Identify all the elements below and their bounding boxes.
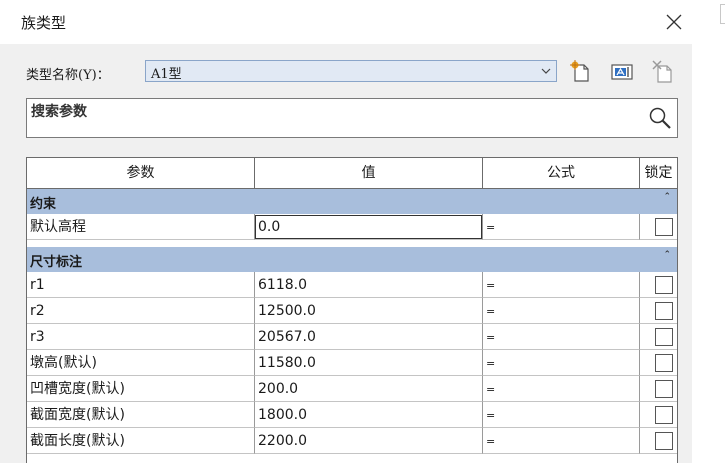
param-formula[interactable]: = [483,402,640,428]
collapse-icon[interactable]: ⌃ [663,192,671,202]
param-lock-cell [640,298,677,324]
lock-checkbox[interactable] [655,432,673,450]
group-label: 尺寸标注 [30,255,83,270]
param-lock-cell [640,350,677,376]
param-lock-cell [640,324,677,350]
new-type-button[interactable] [567,59,593,85]
param-formula[interactable]: = [483,428,640,454]
param-formula[interactable]: = [483,272,640,298]
new-type-icon [570,60,589,82]
search-parameters-input[interactable]: 搜索参数 [26,98,678,138]
param-name: 凹槽宽度(默认) [27,376,255,402]
param-value[interactable]: 11580.0 [255,350,483,376]
param-value-input[interactable]: 0.0 [255,215,482,239]
param-name: 截面长度(默认) [27,428,255,454]
table-row: 截面长度(默认) 2200.0 = [27,428,677,454]
lock-checkbox[interactable] [655,354,673,372]
table-row: r2 12500.0 = [27,298,677,324]
header-lock[interactable]: 锁定 [640,158,677,189]
table-row: 凹槽宽度(默认) 200.0 = [27,376,677,402]
family-types-dialog: 族类型 类型名称(Y)： A1型 搜索参数 参数 值 公式 锁定 约束 ⌃ 默认… [0,0,692,463]
table-row: 默认高程 0.0 = [27,214,677,240]
dialog-title: 族类型 [21,14,67,32]
param-lock-cell [640,428,677,454]
search-placeholder: 搜索参数 [31,104,87,120]
lock-checkbox[interactable] [655,328,673,346]
param-formula[interactable]: = [483,350,640,376]
param-value[interactable]: 6118.0 [255,272,483,298]
param-name: r3 [27,324,255,350]
rename-type-icon [611,64,633,80]
param-name: r2 [27,298,255,324]
delete-type-icon [652,60,672,83]
table-row: r1 6118.0 = [27,272,677,298]
param-value[interactable]: 2200.0 [255,428,483,454]
param-name: 默认高程 [27,214,255,240]
param-value[interactable]: 12500.0 [255,298,483,324]
close-icon [666,14,682,30]
param-lock-cell [640,402,677,428]
header-parameter[interactable]: 参数 [27,158,255,189]
type-name-label: 类型名称(Y)： [26,68,110,83]
title-bar: 族类型 [0,0,692,44]
param-formula[interactable]: = [483,376,640,402]
header-value[interactable]: 值 [255,158,483,189]
param-value[interactable]: 20567.0 [255,324,483,350]
param-lock-cell [640,214,677,240]
lock-checkbox[interactable] [655,302,673,320]
lock-checkbox[interactable] [655,380,673,398]
param-value[interactable]: 200.0 [255,376,483,402]
table-header: 参数 值 公式 锁定 [27,158,677,189]
param-lock-cell [640,376,677,402]
lock-checkbox[interactable] [655,276,673,294]
type-name-value: A1型 [151,67,182,82]
search-icon[interactable] [648,106,672,130]
param-lock-cell [640,272,677,298]
lock-checkbox[interactable] [655,406,673,424]
param-formula[interactable]: = [483,214,640,240]
group-header-constraints[interactable]: 约束 ⌃ [27,189,677,214]
table-row: r3 20567.0 = [27,324,677,350]
param-formula[interactable]: = [483,324,640,350]
param-value[interactable]: 1800.0 [255,402,483,428]
header-formula[interactable]: 公式 [483,158,640,189]
group-label: 约束 [30,197,57,212]
close-button[interactable] [660,8,688,36]
delete-type-button[interactable] [650,59,676,85]
lock-checkbox[interactable] [655,218,673,236]
table-row: 墩高(默认) 11580.0 = [27,350,677,376]
rename-type-button[interactable] [609,59,635,85]
chevron-down-icon [541,68,551,74]
param-name: 截面宽度(默认) [27,402,255,428]
param-name: r1 [27,272,255,298]
param-formula[interactable]: = [483,298,640,324]
group-header-dimensions[interactable]: 尺寸标注 ⌃ [27,247,677,272]
param-name: 墩高(默认) [27,350,255,376]
background-window-edge [720,4,725,24]
parameters-table: 参数 值 公式 锁定 约束 ⌃ 默认高程 0.0 = 尺寸标注 ⌃ r1 611… [26,157,678,463]
type-name-select[interactable]: A1型 [145,60,557,82]
collapse-icon[interactable]: ⌃ [663,250,671,260]
table-row: 截面宽度(默认) 1800.0 = [27,402,677,428]
